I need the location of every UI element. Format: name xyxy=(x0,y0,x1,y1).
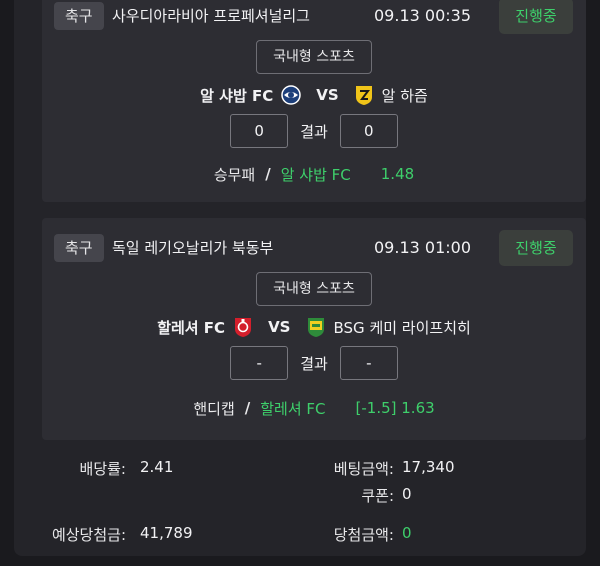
away-team-logo-icon xyxy=(354,84,374,106)
bet-card: 축구 독일 레기오날리가 북동부 09.13 01:00 진행중 국내형 스포츠… xyxy=(42,218,586,440)
match-teams: 알 샤밥 FC VS 알 하즘 xyxy=(42,80,586,110)
home-score: - xyxy=(230,346,289,380)
home-team-logo-icon xyxy=(281,84,301,106)
away-team: BSG 케미 라이프치히 xyxy=(333,318,471,337)
score-row: - 결과 - xyxy=(42,346,586,380)
bet-selection: 핸디캡 / 할레셔 FC [-1.5] 1.63 xyxy=(42,396,586,420)
expected-win-value: 41,789 xyxy=(140,524,193,542)
bet-odds: [-1.5] 1.63 xyxy=(355,399,435,417)
match-time: 09.13 00:35 xyxy=(374,6,471,25)
bet-pick: 알 샤밥 FC xyxy=(280,165,351,184)
away-team-logo-icon xyxy=(306,316,326,338)
sport-badge: 축구 xyxy=(54,234,104,262)
category-tag: 국내형 스포츠 xyxy=(256,272,372,306)
bet-card: 축구 사우디아라비아 프로페셔널리그 09.13 00:35 진행중 국내형 스… xyxy=(42,0,586,202)
home-team: 할레셔 FC xyxy=(157,318,226,337)
bet-type: 핸디캡 xyxy=(193,399,235,418)
category-tag: 국내형 스포츠 xyxy=(256,40,372,74)
vs-label: VS xyxy=(316,86,339,104)
league-name: 독일 레기오날리가 북동부 xyxy=(112,239,274,257)
coupon-label: 쿠폰: xyxy=(361,487,394,505)
bet-amount-label: 베팅금액: xyxy=(333,460,394,478)
score-row: 0 결과 0 xyxy=(42,114,586,148)
match-teams: 할레셔 FC VS BSG 케미 라이프치히 xyxy=(42,312,586,342)
result-label: 결과 xyxy=(300,354,328,373)
home-team-logo-icon xyxy=(233,316,253,338)
away-team: 알 하즘 xyxy=(381,86,428,105)
bet-slip-panel: 축구 사우디아라비아 프로페셔널리그 09.13 00:35 진행중 국내형 스… xyxy=(14,0,586,556)
separator: / xyxy=(244,399,251,417)
win-amount-label: 당첨금액: xyxy=(333,526,394,544)
league-name: 사우디아라비아 프로페셔널리그 xyxy=(112,7,310,25)
win-amount-value: 0 xyxy=(402,524,412,542)
result-label: 결과 xyxy=(300,122,328,141)
coupon-value: 0 xyxy=(402,485,412,503)
home-team: 알 샤밥 FC xyxy=(200,86,274,105)
sport-badge: 축구 xyxy=(54,2,104,30)
away-score: - xyxy=(339,346,398,380)
odds-label: 배당률: xyxy=(79,460,126,478)
bet-amount-value: 17,340 xyxy=(402,458,455,476)
odds-value: 2.41 xyxy=(140,458,174,476)
expected-win-label: 예상당첨금: xyxy=(51,526,126,544)
bet-odds: 1.48 xyxy=(380,165,415,183)
bet-selection: 승무패 / 알 샤밥 FC 1.48 xyxy=(42,162,586,186)
status-badge: 진행중 xyxy=(499,0,573,34)
bet-pick: 할레셔 FC xyxy=(260,399,326,418)
bet-type: 승무패 xyxy=(213,165,256,184)
status-badge: 진행중 xyxy=(499,230,573,266)
separator: / xyxy=(265,165,271,183)
away-score: 0 xyxy=(339,114,398,148)
match-time: 09.13 01:00 xyxy=(374,238,471,257)
vs-label: VS xyxy=(268,318,291,336)
home-score: 0 xyxy=(230,114,289,148)
